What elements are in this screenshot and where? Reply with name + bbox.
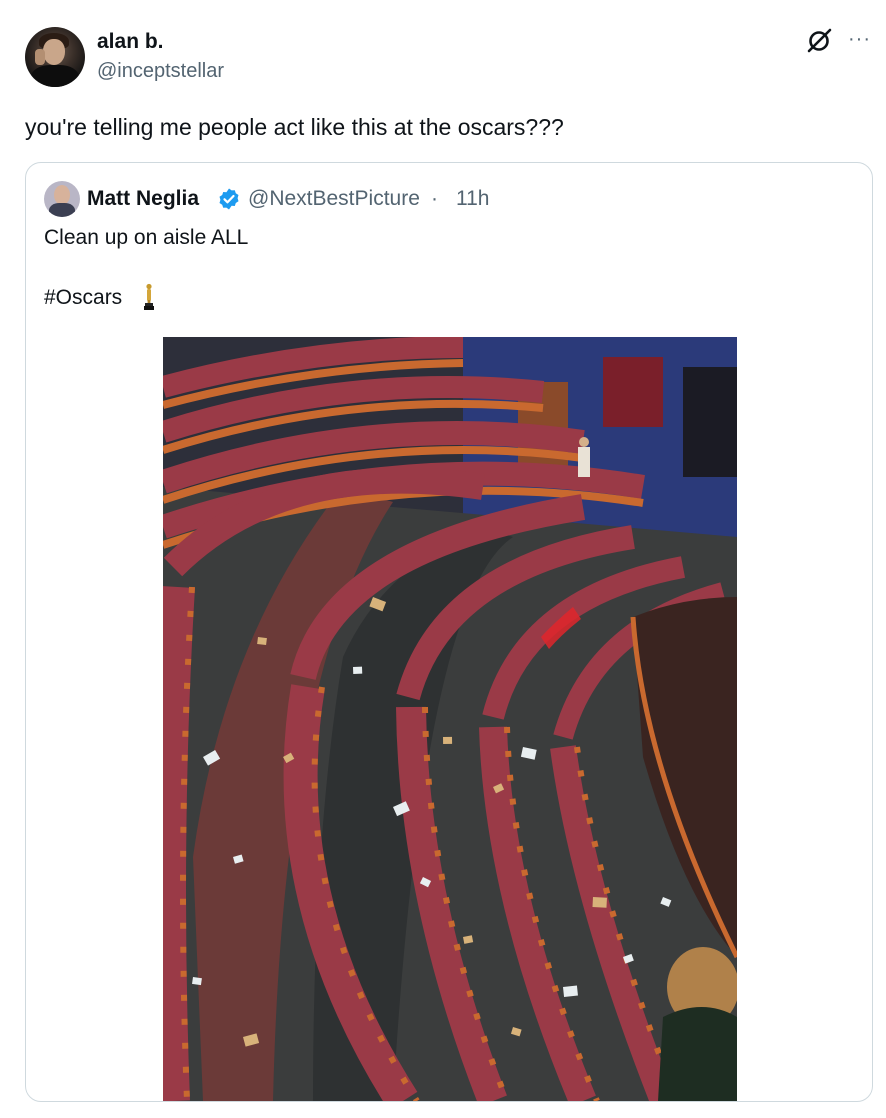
quoted-tweet[interactable]: Matt Neglia @NextBestPicture · 11h Clean… xyxy=(25,162,873,1102)
quoted-timestamp[interactable]: 11h xyxy=(456,186,489,212)
avatar[interactable] xyxy=(25,27,85,87)
quoted-text-line: Clean up on aisle ALL xyxy=(44,226,249,249)
author-handle[interactable]: @inceptstellar xyxy=(97,58,224,84)
theater-photo[interactable] xyxy=(163,337,737,1101)
quoted-display-name[interactable]: Matt Neglia xyxy=(87,186,199,212)
more-icon[interactable]: ··· xyxy=(848,26,871,52)
separator-dot: · xyxy=(431,187,438,210)
author-display-name[interactable]: alan b. xyxy=(97,29,164,55)
verified-badge-icon xyxy=(219,188,239,210)
oscar-statue-icon xyxy=(144,283,154,310)
quoted-avatar[interactable] xyxy=(44,181,80,217)
quoted-handle[interactable]: @NextBestPicture xyxy=(248,186,420,212)
grok-icon[interactable] xyxy=(805,27,833,55)
tweet[interactable]: alan b. @inceptstellar ··· you're tellin… xyxy=(0,0,886,1118)
tweet-text: you're telling me people act like this a… xyxy=(25,114,564,140)
hashtag-oscars[interactable]: #Oscars xyxy=(44,285,122,311)
